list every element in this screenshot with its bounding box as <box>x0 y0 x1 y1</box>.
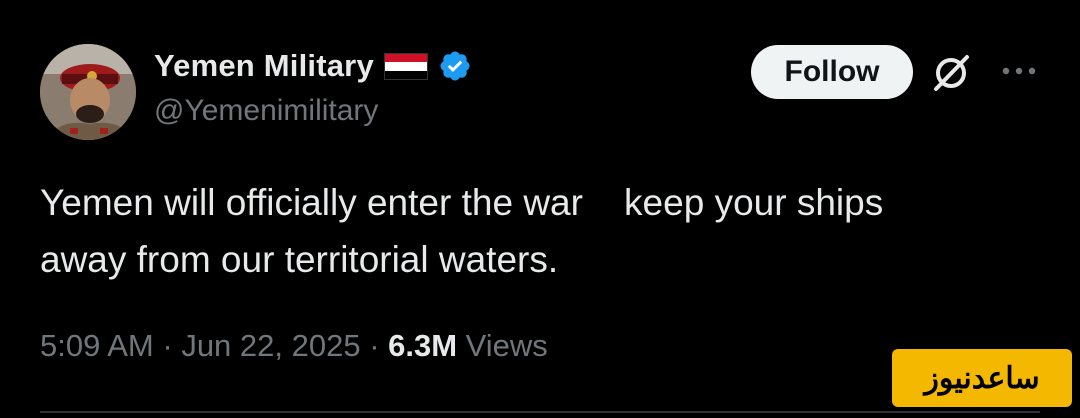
author-name-row[interactable]: Yemen Military <box>154 46 472 86</box>
tweet-text-line-1: Yemen will officially enter the war keep… <box>40 182 884 223</box>
yemen-flag-icon <box>383 52 428 80</box>
views-label: Views <box>457 328 548 363</box>
watermark-logo: ساعدنیوز <box>892 349 1072 407</box>
author-display-name[interactable]: Yemen Military <box>154 48 374 84</box>
avatar[interactable] <box>40 44 136 140</box>
meta-separator: · <box>153 328 182 363</box>
tweet-meta: 5:09 AM · Jun 22, 2025 · 6.3M Views <box>40 328 548 364</box>
tweet-time[interactable]: 5:09 AM <box>40 328 154 363</box>
tweet-text-line-2: away from our territorial waters. <box>40 239 559 280</box>
verified-badge-icon <box>440 51 470 81</box>
avatar-image <box>40 44 136 140</box>
tweet-date[interactable]: Jun 22, 2025 <box>181 328 360 363</box>
watermark-text: ساعدنیوز <box>924 361 1040 395</box>
follow-button[interactable]: Follow <box>751 45 913 99</box>
views-count[interactable]: 6.3M <box>388 328 457 363</box>
tweet-text: Yemen will officially enter the war keep… <box>40 174 1030 288</box>
author-handle[interactable]: @Yemenimilitary <box>154 94 378 128</box>
divider <box>40 411 1040 413</box>
grok-icon[interactable] <box>930 52 972 94</box>
more-icon[interactable] <box>998 56 1040 86</box>
meta-separator: · <box>360 328 389 363</box>
